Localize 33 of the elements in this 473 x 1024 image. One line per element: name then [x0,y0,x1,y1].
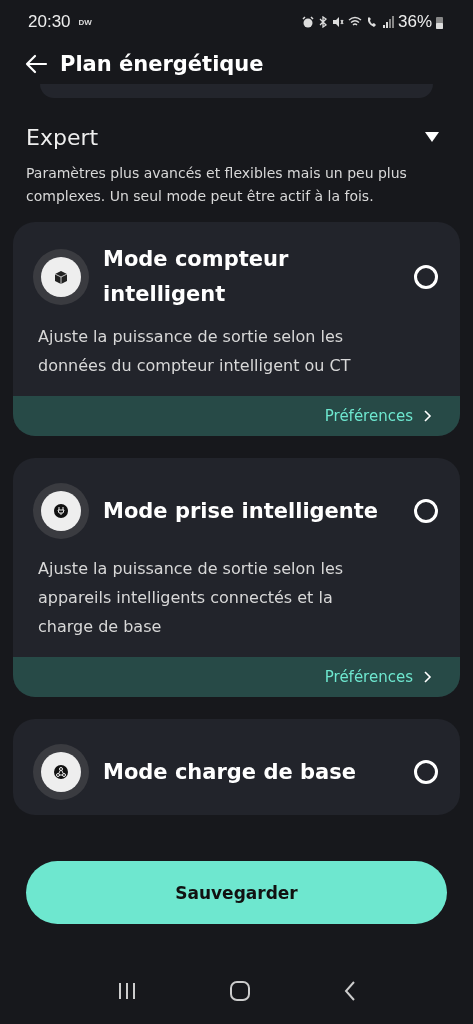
home-icon[interactable] [229,980,252,1002]
wifi-icon [347,16,362,28]
alarm-icon [301,16,314,28]
preferences-link[interactable]: Préférences [13,396,460,436]
mode-title: Mode compteur intelligent [103,246,290,308]
save-button[interactable]: Sauvegarder [26,861,447,924]
plug-icon [33,483,89,539]
network-icon [33,744,89,800]
battery-percent: 36% [397,12,432,32]
back-icon[interactable] [343,980,358,1002]
preferences-link[interactable]: Préférences [13,657,460,697]
collapse-caret-icon[interactable] [425,132,439,142]
wifi-call-icon [365,16,378,28]
mode-title: Mode charge de base [103,758,357,786]
clock-time: 20:30 [28,12,71,32]
mode-title: Mode prise intelligente [103,497,380,525]
signal-icon [381,16,394,28]
bluetooth-icon [317,16,328,28]
mute-icon [331,16,344,28]
section-title: Expert [26,124,99,150]
mode-description: Ajuste la puissance de sortie selon les appareils intelligents connectés et la charge de base [38,558,345,638]
section-description: Paramètres plus avancés et flexibles mais un peu plus complexes. Un seul mode peut être actif à la fois. [26,164,408,206]
chevron-right-icon [423,670,432,684]
battery-icon [436,15,443,29]
radio-button[interactable] [414,265,438,289]
page-title: Plan énergétique [60,52,264,76]
chevron-right-icon [423,409,432,423]
cube-icon [33,249,89,305]
radio-button[interactable] [414,499,438,523]
carrier-label: DW [78,17,92,27]
radio-button[interactable] [414,760,438,784]
back-arrow-icon[interactable] [24,54,48,74]
mode-description: Ajuste la puissance de sortie selon les données du compteur intelligent ou CT [38,326,352,377]
